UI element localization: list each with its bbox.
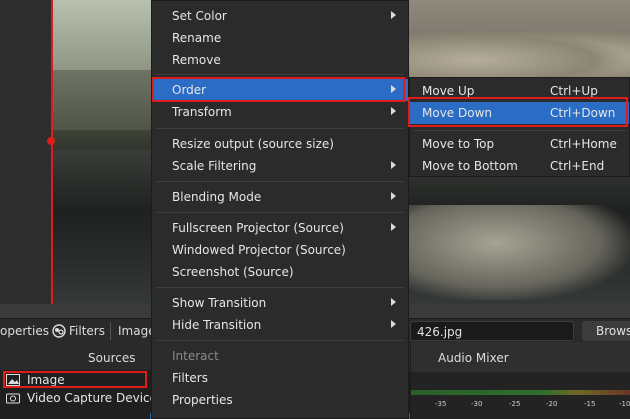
- submenu-arrow-icon: [391, 161, 396, 169]
- menu-item-properties[interactable]: Properties: [152, 389, 408, 411]
- meter-tick: -20: [546, 400, 558, 408]
- menu-item-resize-output[interactable]: Resize output (source size): [152, 133, 408, 155]
- sources-dock-title: Sources: [88, 351, 136, 365]
- source-context-menu: Set Color Rename Remove Order Transform …: [151, 0, 409, 419]
- submenu-arrow-icon: [391, 107, 396, 115]
- menu-item-label: Rename: [172, 31, 222, 45]
- shortcut-label: Ctrl+Up: [550, 84, 598, 98]
- menu-item-remove[interactable]: Remove: [152, 49, 408, 71]
- menu-item-label: Remove: [172, 53, 221, 67]
- menu-item-label: Hide Transition: [172, 318, 262, 332]
- menu-item-label: Set Color: [172, 9, 227, 23]
- menu-separator: [156, 74, 404, 75]
- move-down-annotation: [408, 97, 628, 127]
- menu-item-fullscreen-projector[interactable]: Fullscreen Projector (Source): [152, 217, 408, 239]
- image-label: Image: [118, 324, 156, 338]
- menu-item-label: Screenshot (Source): [172, 265, 294, 279]
- submenu-item-move-to-bottom[interactable]: Move to Bottom Ctrl+End: [410, 155, 629, 177]
- meter-tick: -25: [509, 400, 521, 408]
- menu-separator: [156, 128, 404, 129]
- menu-item-label: Interact: [172, 349, 219, 363]
- meter-tick: -10: [619, 400, 630, 408]
- menu-item-blending-mode[interactable]: Blending Mode: [152, 186, 408, 208]
- menu-separator: [156, 287, 404, 288]
- menu-item-screenshot[interactable]: Screenshot (Source): [152, 261, 408, 283]
- photo-rocks: [407, 30, 630, 80]
- menu-item-interact: Interact: [152, 345, 408, 367]
- submenu-item-label: Move to Bottom: [422, 159, 518, 173]
- menu-item-filters[interactable]: Filters: [152, 367, 408, 389]
- selection-bounding-edge: [51, 0, 53, 304]
- image-file-field[interactable]: 426.jpg: [410, 321, 574, 341]
- menu-item-label: Transform: [172, 105, 232, 119]
- submenu-item-move-to-top[interactable]: Move to Top Ctrl+Home: [410, 133, 629, 155]
- submenu-item-label: Move Up: [422, 84, 475, 98]
- filters-button[interactable]: Filters: [52, 324, 105, 338]
- menu-item-show-transition[interactable]: Show Transition: [152, 292, 408, 314]
- submenu-arrow-icon: [391, 320, 396, 328]
- submenu-arrow-icon: [391, 298, 396, 306]
- audio-mixer-dock-title: Audio Mixer: [438, 351, 509, 365]
- menu-separator: [156, 181, 404, 182]
- menu-item-transform[interactable]: Transform: [152, 101, 408, 123]
- toolbar-divider: [110, 322, 111, 340]
- menu-item-label: Resize output (source size): [172, 137, 334, 151]
- shortcut-label: Ctrl+End: [550, 159, 605, 173]
- photo-reflection: [407, 205, 630, 300]
- menu-item-windowed-projector[interactable]: Windowed Projector (Source): [152, 239, 408, 261]
- properties-button[interactable]: operties: [0, 324, 49, 338]
- menu-item-label: Properties: [172, 393, 233, 407]
- menu-item-label: Filters: [172, 371, 208, 385]
- menu-item-scale-filtering[interactable]: Scale Filtering: [152, 155, 408, 177]
- order-submenu: Move Up Ctrl+Up Move Down Ctrl+Down Move…: [409, 77, 630, 177]
- browse-button[interactable]: Brows: [582, 321, 630, 341]
- source-item-label: Video Capture Device: [27, 391, 158, 405]
- photo-building: [52, 70, 152, 130]
- menu-item-rename[interactable]: Rename: [152, 27, 408, 49]
- camera-icon: [5, 392, 21, 404]
- audio-mixer-panel: -35 -30 -25 -20 -15 -10: [410, 372, 630, 419]
- meter-tick: -35: [435, 400, 447, 408]
- menu-item-set-color[interactable]: Set Color: [152, 5, 408, 27]
- volume-meter: [411, 390, 630, 395]
- menu-separator: [156, 212, 404, 213]
- menu-separator: [156, 340, 404, 341]
- order-annotation: [152, 77, 405, 102]
- filters-icon: [52, 324, 66, 338]
- menu-item-hide-transition[interactable]: Hide Transition: [152, 314, 408, 336]
- filters-label: Filters: [69, 324, 105, 338]
- submenu-arrow-icon: [391, 223, 396, 231]
- menu-item-label: Show Transition: [172, 296, 267, 310]
- submenu-arrow-icon: [391, 192, 396, 200]
- shortcut-label: Ctrl+Home: [550, 137, 617, 151]
- submenu-item-label: Move to Top: [422, 137, 495, 151]
- submenu-arrow-icon: [391, 11, 396, 19]
- preview-left-pane: [0, 0, 52, 318]
- meter-tick: -30: [471, 400, 483, 408]
- meter-tick: -15: [584, 400, 596, 408]
- selection-handle[interactable]: [47, 137, 55, 145]
- menu-item-label: Scale Filtering: [172, 159, 257, 173]
- menu-item-label: Windowed Projector (Source): [172, 243, 346, 257]
- submenu-separator: [414, 130, 626, 131]
- menu-item-label: Blending Mode: [172, 190, 262, 204]
- image-source-annotation: [3, 371, 147, 388]
- menu-item-label: Fullscreen Projector (Source): [172, 221, 344, 235]
